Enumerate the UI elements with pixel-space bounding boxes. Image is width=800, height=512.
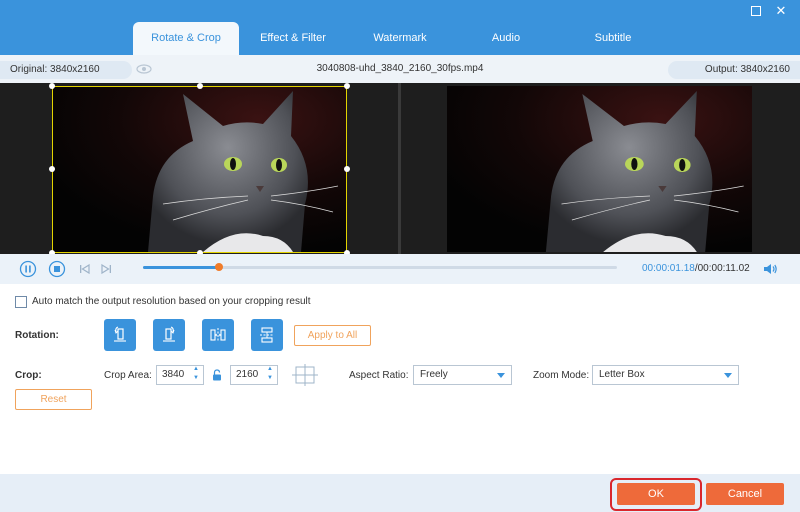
auto-match-checkbox[interactable]: [15, 296, 27, 308]
rotate-left-icon: [114, 326, 126, 342]
rotation-label: Rotation:: [15, 330, 59, 341]
crop-height-stepper[interactable]: ▲ ▼: [265, 365, 275, 385]
maximize-icon[interactable]: [748, 3, 764, 19]
footer-bar: OK Cancel: [0, 474, 800, 512]
rotate-right-icon: [163, 326, 175, 342]
timeline-thumb[interactable]: [214, 263, 223, 271]
duration: /00:00:11.02: [694, 263, 750, 274]
chevron-down-icon: [497, 373, 505, 378]
crop-handle-right[interactable]: [344, 166, 350, 172]
tab-watermark[interactable]: Watermark: [360, 22, 440, 55]
aspect-ratio-select[interactable]: Freely: [413, 365, 512, 385]
zoom-mode-select[interactable]: Letter Box: [592, 365, 739, 385]
flip-horizontal-button[interactable]: [202, 319, 234, 351]
output-resolution: Output: 3840x2160: [668, 61, 800, 79]
stop-icon[interactable]: [48, 260, 66, 278]
preview-divider: [398, 83, 401, 254]
time-display: 00:00:01.18/00:00:11.02: [642, 263, 750, 274]
ok-button[interactable]: OK: [617, 483, 695, 505]
tab-rotate-crop[interactable]: Rotate & Crop: [133, 22, 239, 55]
flip-vertical-button[interactable]: [251, 319, 283, 351]
timeline-slider[interactable]: [143, 263, 617, 271]
crop-area-label: Crop Area:: [104, 370, 152, 381]
crop-handle-top-right[interactable]: [344, 83, 350, 89]
next-frame-icon[interactable]: [97, 260, 115, 278]
rotate-left-button[interactable]: [104, 319, 136, 351]
volume-icon[interactable]: [762, 261, 778, 277]
flip-horizontal-icon: [210, 328, 226, 342]
tab-audio[interactable]: Audio: [475, 22, 537, 55]
cat-image-output: [447, 86, 752, 252]
tab-subtitle[interactable]: Subtitle: [578, 22, 648, 55]
chevron-down-icon: [724, 373, 732, 378]
pause-icon[interactable]: [19, 260, 37, 278]
zoom-mode-value: Letter Box: [599, 369, 645, 380]
crop-handle-left[interactable]: [49, 166, 55, 172]
crop-label: Crop:: [15, 370, 42, 381]
aspect-ratio-value: Freely: [420, 369, 448, 380]
zoom-mode-label: Zoom Mode:: [533, 370, 590, 381]
settings-panel: Auto match the output resolution based o…: [0, 284, 800, 474]
cancel-button[interactable]: Cancel: [706, 483, 784, 505]
timeline-progress: [143, 266, 219, 269]
flip-vertical-icon: [260, 327, 274, 343]
current-time: 00:00:01.18: [642, 263, 695, 274]
crop-width-stepper[interactable]: ▲ ▼: [191, 365, 201, 385]
crop-box[interactable]: [52, 86, 347, 253]
title-bar: ✕ Rotate & Crop Effect & Filter Watermar…: [0, 0, 800, 55]
center-crop-icon[interactable]: [292, 364, 318, 386]
aspect-ratio-label: Aspect Ratio:: [349, 370, 409, 381]
tab-effect-filter[interactable]: Effect & Filter: [248, 22, 338, 55]
info-bar: Original: 3840x2160 3040808-uhd_3840_216…: [0, 55, 800, 83]
crop-handle-top[interactable]: [197, 83, 203, 89]
lock-icon[interactable]: [212, 369, 222, 381]
previous-frame-icon[interactable]: [76, 260, 94, 278]
output-preview: [447, 86, 752, 252]
playback-bar: 00:00:01.18/00:00:11.02: [0, 254, 800, 284]
reset-button[interactable]: Reset: [15, 389, 92, 410]
auto-match-label: Auto match the output resolution based o…: [32, 296, 311, 307]
close-icon[interactable]: ✕: [773, 3, 789, 19]
rotate-right-button[interactable]: [153, 319, 185, 351]
crop-handle-top-left[interactable]: [49, 83, 55, 89]
apply-to-all-button[interactable]: Apply to All: [294, 325, 371, 346]
